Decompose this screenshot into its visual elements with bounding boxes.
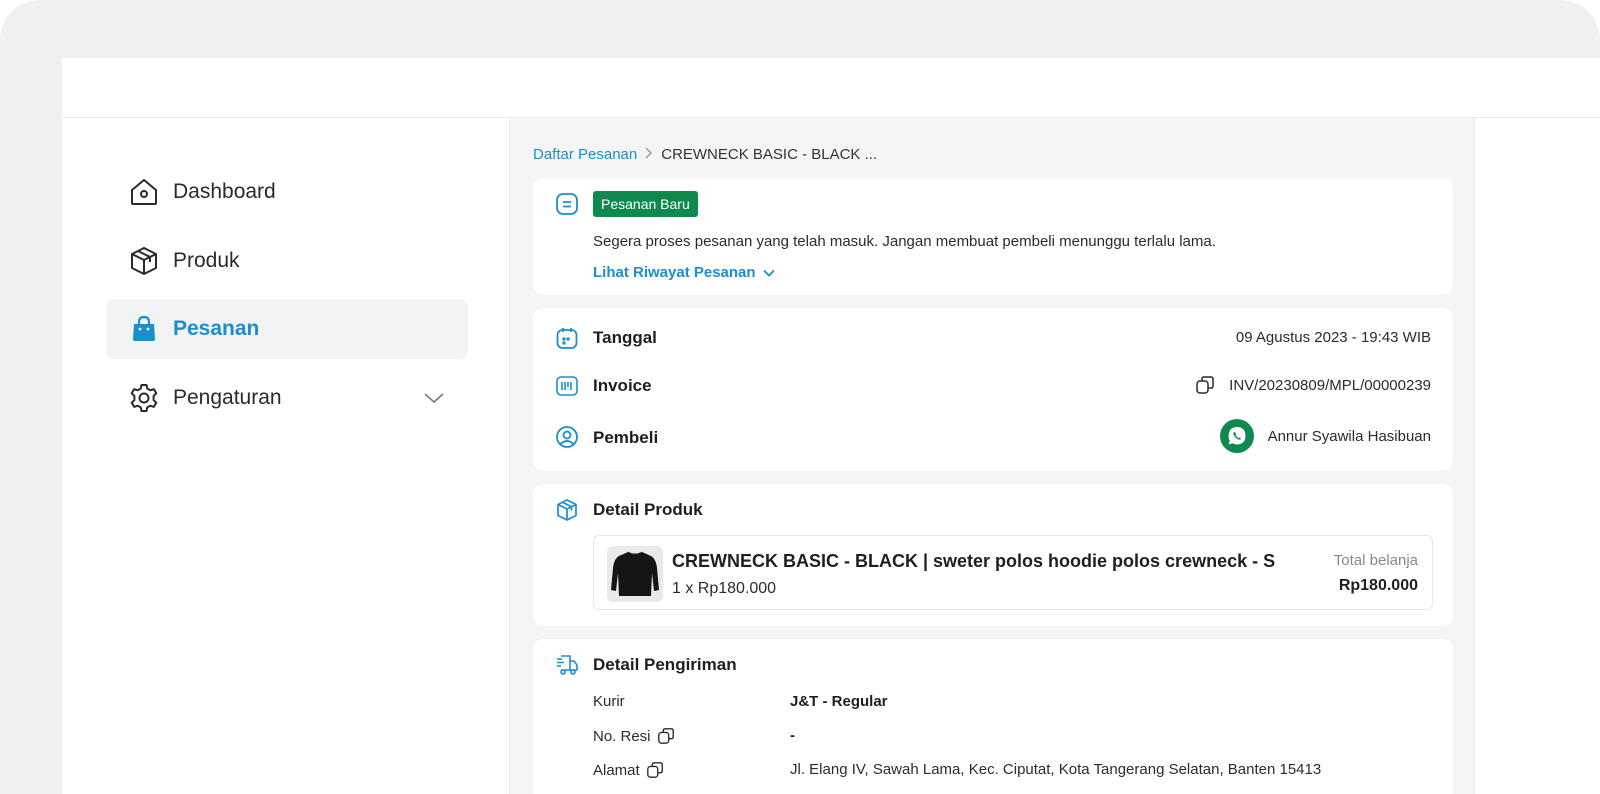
- invoice-value-group: INV/20230809/MPL/00000239: [1195, 375, 1431, 395]
- calendar-icon: [555, 326, 579, 350]
- order-status-card: Pesanan Baru Segera proses pesanan yang …: [533, 178, 1453, 295]
- product-qty-price: 1 x Rp180.000: [672, 580, 777, 597]
- product-section-title: Detail Produk: [593, 500, 703, 519]
- product-image: [607, 546, 663, 602]
- delivery-truck-icon: [555, 653, 579, 677]
- chevron-down-icon: [762, 269, 775, 277]
- order-info-card: Tanggal 09 Agustus 2023 - 19:43 WIB Invo…: [533, 308, 1453, 471]
- order-list-icon: [555, 192, 579, 216]
- sidebar-item-label: Pengaturan: [173, 386, 282, 409]
- address-label: Alamat: [593, 761, 640, 779]
- sidebar-item-label: Produk: [173, 249, 240, 272]
- sidebar-item-dashboard[interactable]: Dashboard: [106, 162, 468, 222]
- main-content: Daftar Pesanan CREWNECK BASIC - BLACK ..…: [511, 118, 1474, 794]
- tracking-label: No. Resi: [593, 727, 651, 745]
- box-icon: [127, 244, 161, 278]
- date-label: Tanggal: [593, 328, 657, 347]
- courier-label: Kurir: [593, 693, 625, 710]
- total-value: Rp180.000: [1338, 577, 1418, 594]
- buyer-value: Annur Syawila Hasibuan: [1267, 427, 1431, 445]
- copy-icon[interactable]: [1195, 375, 1215, 395]
- window-frame: Dashboard Produk Pesanan Pengaturan Daft…: [0, 0, 1600, 794]
- chevron-right-icon: [645, 146, 653, 162]
- status-badge: Pesanan Baru: [593, 191, 698, 217]
- order-history-label: Lihat Riwayat Pesanan: [593, 264, 756, 281]
- buyer-value-group: Annur Syawila Hasibuan: [1219, 419, 1431, 453]
- user-circle-icon: [555, 425, 579, 449]
- order-history-link[interactable]: Lihat Riwayat Pesanan: [593, 264, 776, 281]
- box-icon: [555, 498, 579, 522]
- sidebar-item-label: Dashboard: [173, 180, 276, 203]
- sidebar: Dashboard Produk Pesanan Pengaturan: [62, 118, 510, 794]
- product-name: CREWNECK BASIC - BLACK | sweter polos ho…: [672, 551, 1276, 571]
- tracking-value: -: [790, 727, 795, 744]
- barcode-icon: [555, 374, 579, 398]
- home-icon: [127, 175, 161, 209]
- whatsapp-icon[interactable]: [1219, 419, 1254, 453]
- tracking-label-group: No. Resi: [593, 727, 675, 745]
- status-message: Segera proses pesanan yang telah masuk. …: [593, 233, 1216, 250]
- breadcrumb-current: CREWNECK BASIC - BLACK ...: [661, 145, 878, 163]
- sidebar-item-pesanan[interactable]: Pesanan: [106, 299, 468, 359]
- breadcrumb: Daftar Pesanan CREWNECK BASIC - BLACK ..…: [533, 144, 877, 164]
- invoice-value: INV/20230809/MPL/00000239: [1229, 376, 1431, 394]
- copy-icon[interactable]: [646, 761, 664, 779]
- product-detail-card: Detail Produk CREWNECK BASIC - BLACK | s…: [533, 484, 1453, 626]
- sidebar-item-produk[interactable]: Produk: [106, 231, 468, 291]
- copy-icon[interactable]: [657, 727, 675, 745]
- top-bar: [62, 58, 1600, 118]
- breadcrumb-link-daftar-pesanan[interactable]: Daftar Pesanan: [533, 146, 637, 163]
- total-label: Total belanja: [1333, 552, 1418, 569]
- sidebar-item-label: Pesanan: [173, 317, 260, 340]
- shipping-section-title: Detail Pengiriman: [593, 655, 737, 674]
- buyer-label: Pembeli: [593, 428, 659, 447]
- sidebar-item-pengaturan[interactable]: Pengaturan: [106, 368, 468, 428]
- chevron-down-icon[interactable]: [422, 386, 446, 410]
- shipping-detail-card: Detail Pengiriman Kurir J&T - Regular No…: [533, 639, 1453, 794]
- product-item[interactable]: CREWNECK BASIC - BLACK | sweter polos ho…: [593, 535, 1433, 610]
- app-window: Dashboard Produk Pesanan Pengaturan Daft…: [62, 58, 1600, 794]
- shopping-bag-icon: [127, 312, 161, 346]
- address-value: Jl. Elang IV, Sawah Lama, Kec. Ciputat, …: [790, 761, 1322, 778]
- date-value: 09 Agustus 2023 - 19:43 WIB: [1235, 329, 1431, 346]
- courier-value: J&T - Regular: [790, 693, 888, 710]
- gear-icon: [127, 381, 161, 415]
- invoice-label: Invoice: [593, 376, 652, 395]
- address-label-group: Alamat: [593, 761, 664, 779]
- right-panel: [1474, 118, 1600, 794]
